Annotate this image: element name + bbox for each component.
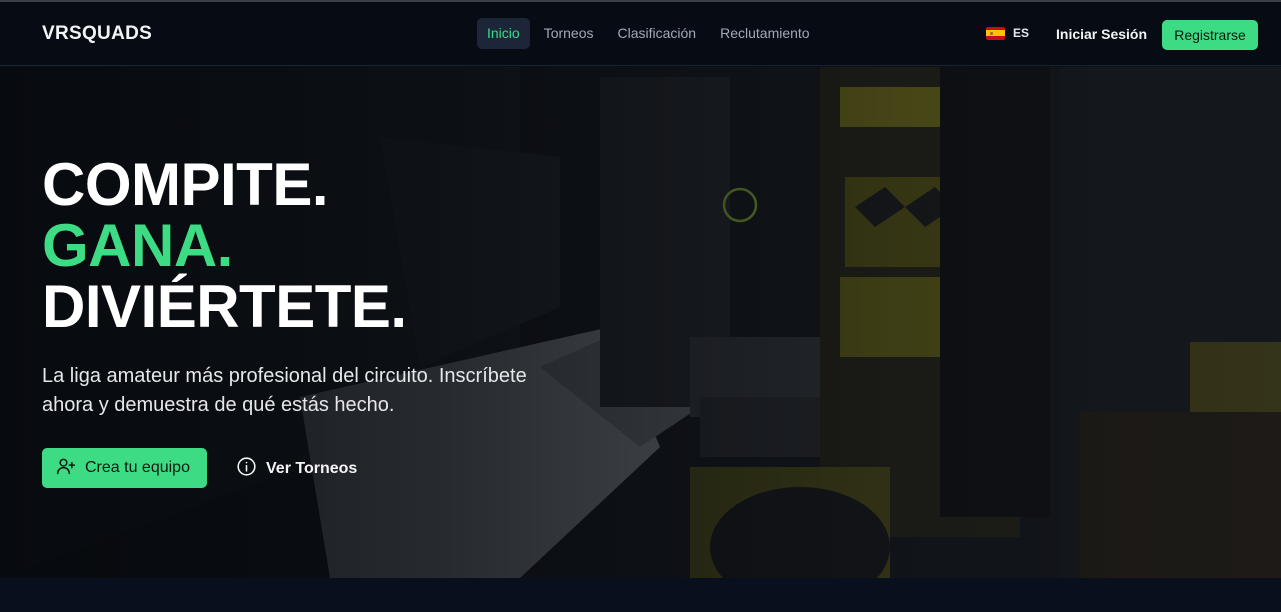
spain-flag-icon xyxy=(986,26,1005,40)
create-team-label: Crea tu equipo xyxy=(85,459,190,476)
headline-line-gana: GANA. xyxy=(42,212,233,279)
next-section-edge xyxy=(0,578,1281,612)
hero-section: COMPITE. GANA. DIVIÉRTETE. La liga amate… xyxy=(0,67,1281,578)
view-tournaments-label: Ver Torneos xyxy=(266,460,358,477)
view-tournaments-button[interactable]: Ver Torneos xyxy=(236,456,357,482)
headline-line-diviertete: DIVIÉRTETE. xyxy=(42,273,407,340)
register-button[interactable]: Registrarse xyxy=(1162,20,1258,50)
hero-subtitle: La liga amateur más profesional del circ… xyxy=(42,365,527,416)
nav-link-torneos[interactable]: Torneos xyxy=(534,18,604,49)
language-selector[interactable]: ES xyxy=(986,26,1029,40)
headline-line-compite: COMPITE. xyxy=(42,151,329,218)
top-navbar: VRSQUADS Inicio Torneos Clasificación Re… xyxy=(0,2,1281,66)
create-team-button[interactable]: Crea tu equipo xyxy=(42,448,207,488)
info-circle-icon xyxy=(236,456,257,482)
login-link[interactable]: Iniciar Sesión xyxy=(1056,26,1147,42)
nav-link-reclutamiento[interactable]: Reclutamiento xyxy=(710,18,820,49)
nav-link-clasificacion[interactable]: Clasificación xyxy=(608,18,707,49)
user-plus-icon xyxy=(56,456,76,481)
brand-logo[interactable]: VRSQUADS xyxy=(42,23,152,45)
nav-link-inicio[interactable]: Inicio xyxy=(477,18,530,49)
hero-headline: COMPITE. GANA. DIVIÉRTETE. xyxy=(42,154,407,337)
language-code: ES xyxy=(1013,26,1030,40)
main-nav: Inicio Torneos Clasificación Reclutamien… xyxy=(477,18,820,49)
